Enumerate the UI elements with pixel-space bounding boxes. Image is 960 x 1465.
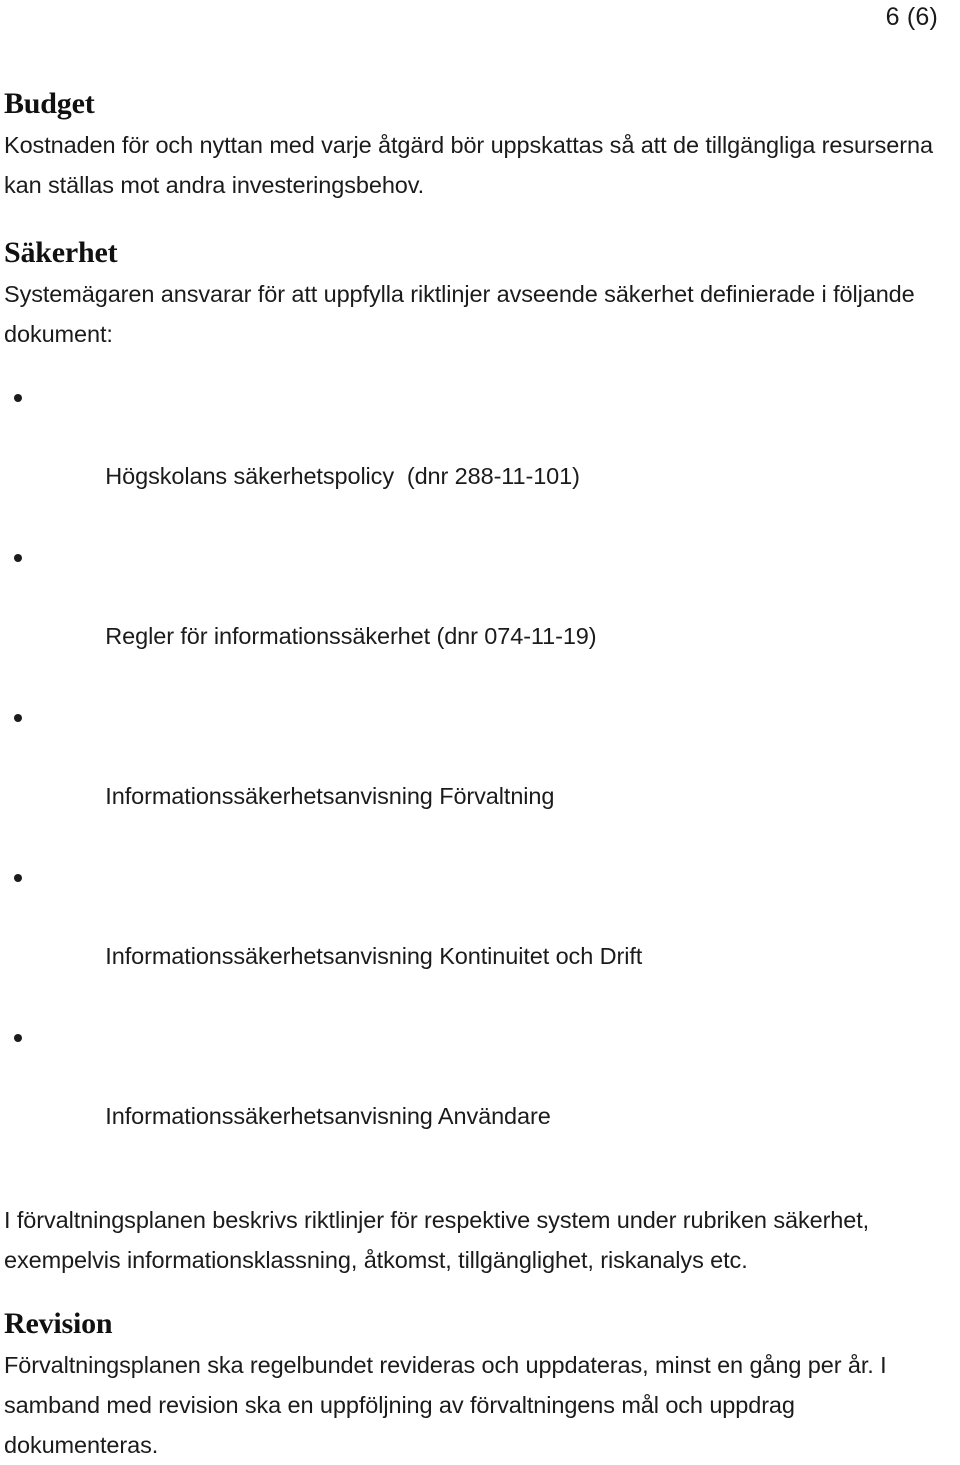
bullet-icon — [14, 696, 23, 736]
section-revision: Revision Förvaltningsplanen ska regelbun… — [4, 1306, 938, 1465]
page-header: 6 (6) — [0, 2, 938, 36]
bullet-icon — [14, 1016, 23, 1056]
list-item-label: Informationssäkerhetsanvisning Användare — [105, 1103, 551, 1129]
security-documents-list: Högskolans säkerhetspolicy (dnr 288-11-1… — [4, 376, 938, 1176]
document-body: Budget Kostnaden för och nyttan med varj… — [4, 86, 938, 1465]
paragraph-revision: Förvaltningsplanen ska regelbundet revid… — [4, 1352, 893, 1458]
paragraph-sakerhet-closing: I förvaltningsplanen beskrivs riktlinjer… — [4, 1207, 876, 1273]
list-item: Informationssäkerhetsanvisning Kontinuit… — [4, 856, 938, 1016]
heading-revision: Revision — [4, 1307, 113, 1340]
list-item: Informationssäkerhetsanvisning Förvaltni… — [4, 696, 938, 856]
section-sakerhet: Säkerhet Systemägaren ansvarar för att u… — [4, 235, 938, 1280]
list-item-label: Informationssäkerhetsanvisning Förvaltni… — [105, 783, 555, 809]
paragraph-budget: Kostnaden för och nyttan med varje åtgär… — [4, 132, 940, 198]
bullet-icon — [14, 376, 23, 416]
bullet-icon — [14, 856, 23, 896]
list-item: Högskolans säkerhetspolicy (dnr 288-11-1… — [4, 376, 938, 536]
page-number: 6 (6) — [885, 3, 938, 31]
post-list-spacer — [4, 1176, 938, 1200]
list-item: Informationssäkerhetsanvisning Användare — [4, 1016, 938, 1176]
list-item-label: Informationssäkerhetsanvisning Kontinuit… — [105, 943, 643, 969]
list-item: Regler för informationssäkerhet (dnr 074… — [4, 536, 938, 696]
document-page: 6 (6) Budget Kostnaden för och nyttan me… — [0, 0, 960, 1458]
heading-sakerhet: Säkerhet — [4, 236, 118, 269]
list-item-label: Högskolans säkerhetspolicy (dnr 288-11-1… — [105, 463, 580, 489]
paragraph-sakerhet-intro: Systemägaren ansvarar för att uppfylla r… — [4, 281, 922, 347]
bullet-icon — [14, 536, 23, 576]
heading-budget: Budget — [4, 87, 95, 120]
section-budget: Budget Kostnaden för och nyttan med varj… — [4, 86, 938, 205]
list-item-label: Regler för informationssäkerhet (dnr 074… — [105, 623, 597, 649]
